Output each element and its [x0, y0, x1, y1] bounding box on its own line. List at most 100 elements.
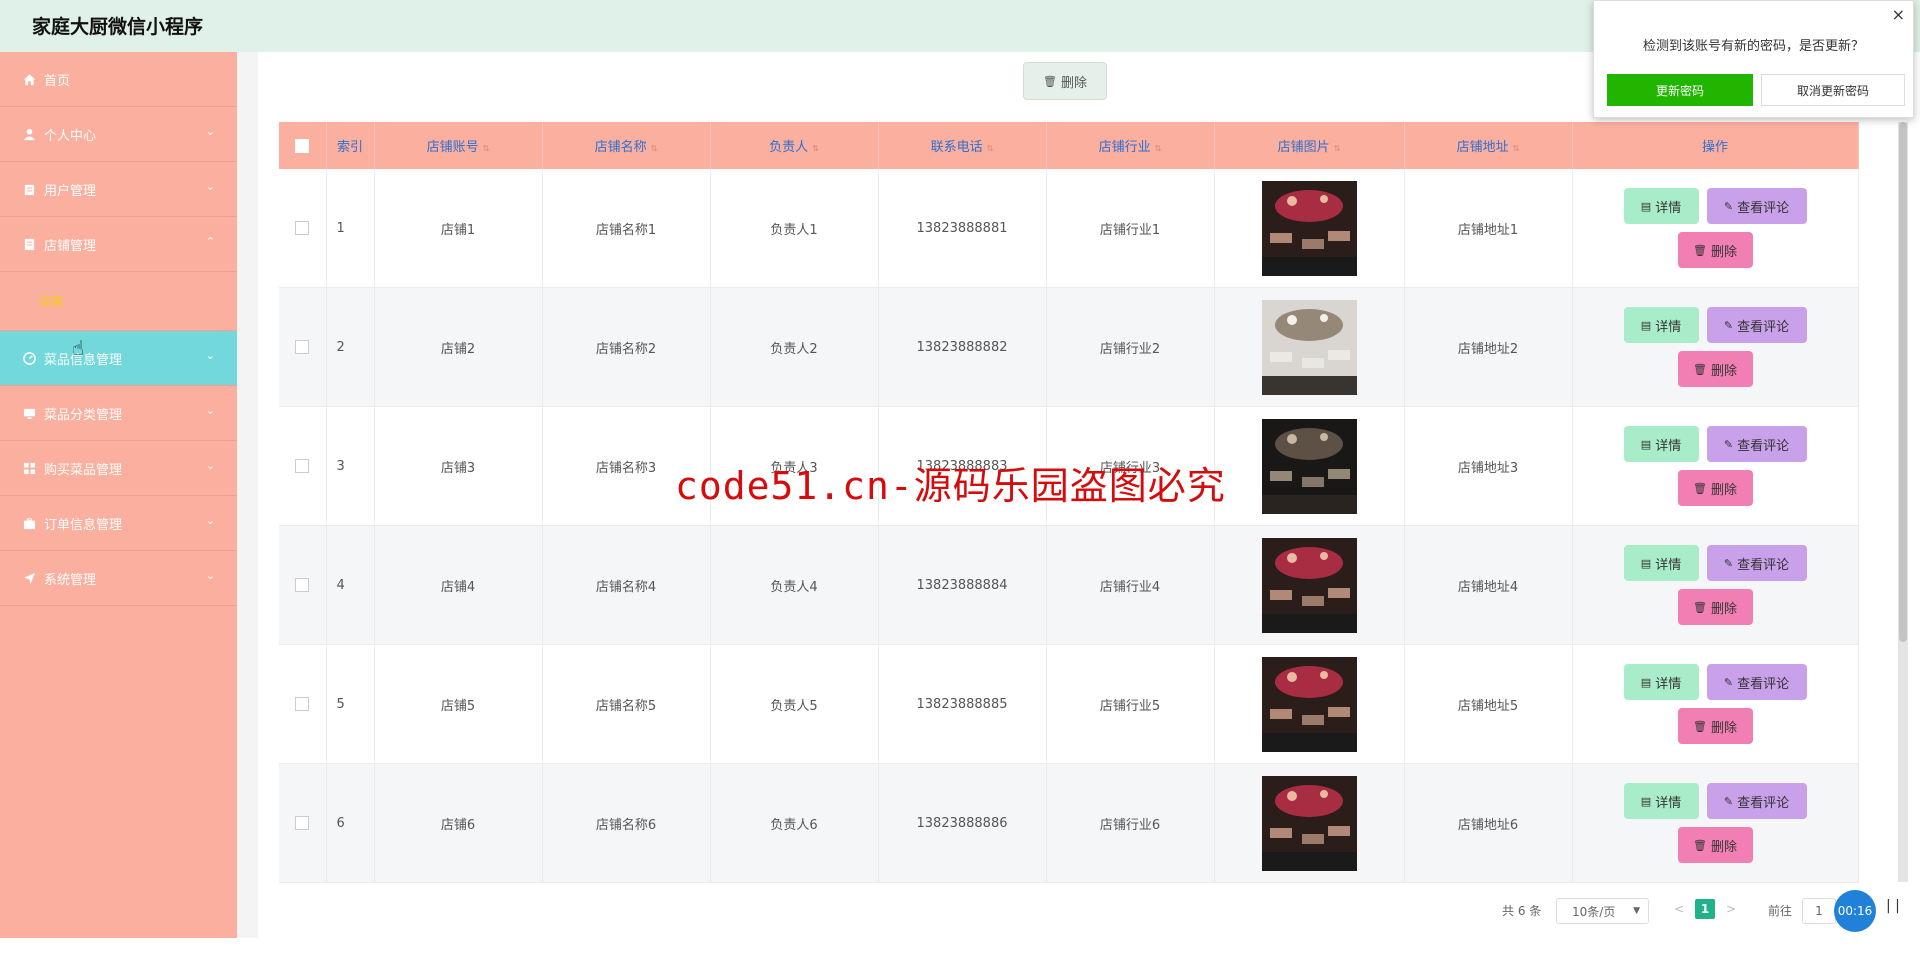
- row-checkbox[interactable]: [295, 340, 310, 354]
- table-row[interactable]: 6 店铺6 店铺名称6 负责人6 13823888886 店铺行业6 店铺地址6 ▤ 详情 ✎ 查看…: [279, 763, 1859, 883]
- sort-icon[interactable]: ⇅: [1155, 144, 1162, 153]
- row-checkbox[interactable]: [295, 697, 310, 711]
- trash-icon: 🗑: [1693, 243, 1707, 257]
- sidebar-item[interactable]: 菜品分类管理 ⌄: [0, 386, 237, 441]
- view-comments-button[interactable]: ✎ 查看评论: [1706, 188, 1807, 224]
- column-header: 操作: [1572, 122, 1859, 169]
- chevron-icon: ⌄: [205, 404, 215, 417]
- column-header[interactable]: 店铺账号 ⇅: [374, 122, 543, 169]
- sort-icon[interactable]: ⇅: [812, 144, 819, 153]
- column-header[interactable]: 店铺地址 ⇅: [1404, 122, 1573, 169]
- sidebar-item[interactable]: 购买菜品管理 ⌄: [0, 441, 237, 496]
- row-checkbox[interactable]: [295, 221, 310, 235]
- clipboard-icon: [22, 182, 36, 196]
- sort-icon[interactable]: ⇅: [987, 144, 994, 153]
- row-select-cell[interactable]: [279, 169, 327, 288]
- table-row[interactable]: 4 店铺4 店铺名称4 负责人4 13823888884 店铺行业4 店铺地址4 ▤ 详情 ✎ 查看…: [279, 525, 1859, 645]
- delete-row-button[interactable]: 🗑 删除: [1677, 708, 1753, 744]
- goto-page-input[interactable]: 1: [1802, 898, 1836, 924]
- table-row[interactable]: 1 店铺1 店铺名称1 负责人1 13823888881 店铺行业1 店铺地址1 ▤ 详情 ✎ 查看…: [279, 169, 1859, 288]
- sort-icon[interactable]: ⇅: [483, 144, 490, 153]
- image-cell: [1214, 644, 1405, 764]
- delete-row-button[interactable]: 🗑 删除: [1677, 827, 1753, 863]
- detail-button[interactable]: ▤ 详情: [1623, 664, 1699, 700]
- shop-image[interactable]: [1261, 656, 1357, 752]
- sort-icon[interactable]: ⇅: [651, 144, 658, 153]
- cancel-update-button[interactable]: 取消更新密码: [1761, 74, 1905, 106]
- row-select-cell[interactable]: [279, 644, 327, 764]
- collapse-sidebar-button[interactable]: |▷: [12, 954, 36, 978]
- document-icon: ▤: [1640, 437, 1652, 451]
- next-page-button[interactable]: >: [1726, 902, 1736, 928]
- sidebar-item[interactable]: 店铺管理 ⌃: [0, 217, 237, 272]
- prev-page-button[interactable]: <: [1674, 902, 1684, 928]
- batch-delete-button[interactable]: 🗑 删除: [1023, 62, 1107, 100]
- detail-button[interactable]: ▤ 详情: [1623, 188, 1699, 224]
- sidebar-item[interactable]: 首页: [0, 52, 237, 107]
- table-row[interactable]: 5 店铺5 店铺名称5 负责人5 13823888885 店铺行业5 店铺地址5 ▤ 详情 ✎ 查看…: [279, 644, 1859, 764]
- manager-cell: 负责人1: [710, 169, 879, 288]
- trash-icon: 🗑: [1693, 719, 1707, 733]
- sidebar-item[interactable]: 订单信息管理 ⌄: [0, 496, 237, 551]
- detail-button[interactable]: ▤ 详情: [1623, 545, 1699, 581]
- detail-button[interactable]: ▤ 详情: [1623, 307, 1699, 343]
- column-header[interactable]: 店铺图片 ⇅: [1214, 122, 1405, 169]
- view-comments-button[interactable]: ✎ 查看评论: [1706, 545, 1807, 581]
- edit-icon: ✎: [1723, 318, 1734, 332]
- sidebar-item[interactable]: 用户管理 ⌄: [0, 162, 237, 217]
- column-header[interactable]: 店铺名称 ⇅: [542, 122, 711, 169]
- row-checkbox[interactable]: [295, 816, 310, 830]
- delete-label: 删除: [1710, 601, 1737, 617]
- delete-row-button[interactable]: 🗑 删除: [1677, 470, 1753, 506]
- select-all-checkbox[interactable]: [295, 138, 310, 153]
- sidebar-item[interactable]: 系统管理 ⌄: [0, 551, 237, 606]
- row-select-cell[interactable]: [279, 763, 327, 883]
- column-header-label: 店铺名称: [594, 140, 647, 155]
- shop-image[interactable]: [1261, 180, 1357, 276]
- address-cell: 店铺地址6: [1404, 763, 1573, 883]
- row-select-cell[interactable]: [279, 406, 327, 526]
- column-header[interactable]: 负责人 ⇅: [710, 122, 879, 169]
- recording-timer[interactable]: 00:16: [1834, 890, 1876, 932]
- sort-icon[interactable]: ⇅: [1334, 144, 1341, 153]
- row-checkbox[interactable]: [295, 459, 310, 473]
- account-cell: 店铺6: [374, 763, 543, 883]
- detail-label: 详情: [1655, 319, 1682, 335]
- sidebar-item[interactable]: 菜品信息管理 ⌄: [0, 331, 237, 386]
- table-row[interactable]: 2 店铺2 店铺名称2 负责人2 13823888882 店铺行业2 店铺地址2 ▤ 详情 ✎ 查看…: [279, 287, 1859, 407]
- home-icon: [22, 72, 36, 86]
- pause-icon[interactable]: | |: [1886, 898, 1900, 914]
- delete-row-button[interactable]: 🗑 删除: [1677, 589, 1753, 625]
- hand-cursor-icon: ☝: [72, 336, 85, 360]
- detail-button[interactable]: ▤ 详情: [1623, 426, 1699, 462]
- page-number-current[interactable]: 1: [1695, 899, 1715, 919]
- row-select-cell[interactable]: [279, 525, 327, 645]
- select-all-cell[interactable]: [279, 122, 327, 169]
- view-comments-button[interactable]: ✎ 查看评论: [1706, 307, 1807, 343]
- sidebar-item-label: 店铺管理: [44, 238, 97, 254]
- shop-image[interactable]: [1261, 299, 1357, 395]
- shop-image[interactable]: [1261, 775, 1357, 871]
- view-comments-button[interactable]: ✎ 查看评论: [1706, 664, 1807, 700]
- view-comments-button[interactable]: ✎ 查看评论: [1706, 426, 1807, 462]
- page-size-select[interactable]: 10条/页 ▼: [1556, 898, 1649, 924]
- row-select-cell[interactable]: [279, 287, 327, 407]
- column-header[interactable]: 联系电话 ⇅: [878, 122, 1047, 169]
- shop-image[interactable]: [1261, 537, 1357, 633]
- detail-button[interactable]: ▤ 详情: [1623, 783, 1699, 819]
- scrollbar-thumb[interactable]: [1899, 122, 1907, 642]
- shop-image[interactable]: [1261, 418, 1357, 514]
- close-icon[interactable]: ×: [1892, 5, 1905, 24]
- delete-row-button[interactable]: 🗑 删除: [1677, 232, 1753, 268]
- sidebar-item[interactable]: 个人中心 ⌄: [0, 107, 237, 162]
- update-password-button[interactable]: 更新密码: [1607, 74, 1753, 106]
- row-checkbox[interactable]: [295, 578, 310, 592]
- submenu-item-shop[interactable]: 店铺: [0, 272, 237, 331]
- actions-cell: ▤ 详情 ✎ 查看评论 🗑 删除: [1572, 525, 1859, 645]
- view-comments-button[interactable]: ✎ 查看评论: [1706, 783, 1807, 819]
- column-header[interactable]: 店铺行业 ⇅: [1046, 122, 1215, 169]
- vertical-scrollbar[interactable]: [1898, 122, 1908, 882]
- name-cell: 店铺名称1: [542, 169, 711, 288]
- sort-icon[interactable]: ⇅: [1513, 144, 1520, 153]
- delete-row-button[interactable]: 🗑 删除: [1677, 351, 1753, 387]
